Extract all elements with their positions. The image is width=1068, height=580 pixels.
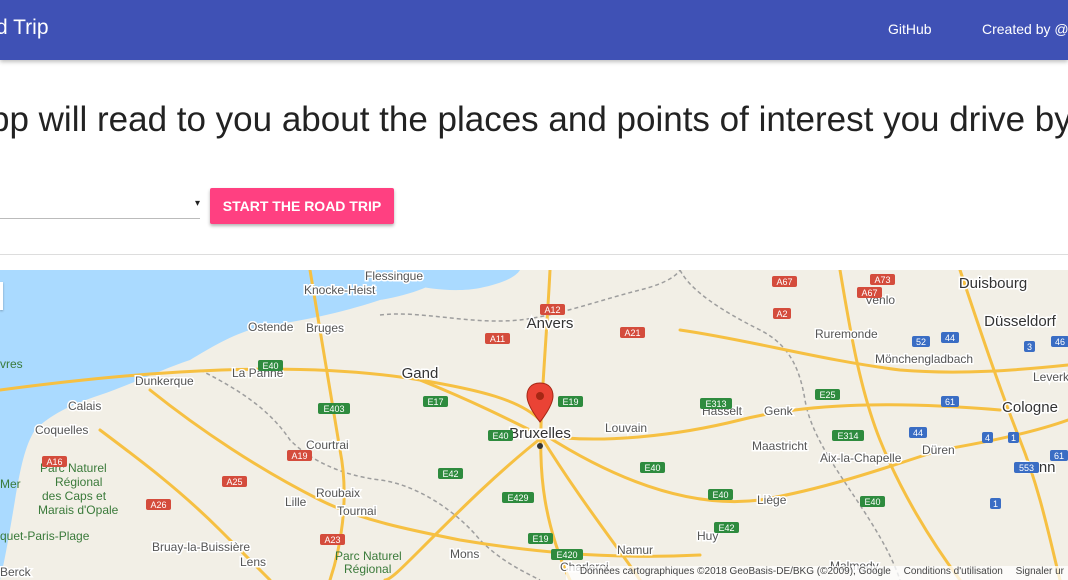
city-label: Düren bbox=[922, 443, 955, 457]
road-shield-label: A73 bbox=[874, 275, 890, 285]
road-shield-label: 4 bbox=[985, 433, 990, 443]
road-shield-label: A67 bbox=[776, 277, 792, 287]
city-label: Cologne bbox=[1002, 399, 1058, 416]
map[interactable]: Anvers Gand Bruxelles Duisbourg Düsseldorf Co… bbox=[0, 270, 1068, 580]
road-shield-label: E314 bbox=[837, 431, 858, 441]
city-label: Aix-la-Chapelle bbox=[820, 451, 902, 465]
city-label: Coquelles bbox=[35, 423, 88, 437]
road-shield-label: 44 bbox=[913, 428, 923, 438]
city-label: Tournai bbox=[337, 504, 376, 518]
city-label: Duisbourg bbox=[959, 275, 1027, 292]
road-shield-label: E40 bbox=[712, 490, 728, 500]
city-label: Courtrai bbox=[306, 438, 349, 452]
road-shield-label: 52 bbox=[916, 337, 926, 347]
road-shield-label: 61 bbox=[945, 397, 955, 407]
created-by-link[interactable]: Created by @ bbox=[982, 21, 1068, 37]
map-attribution: Données cartographiques ©2018 GeoBasis-D… bbox=[565, 566, 1068, 580]
region-label: Régional bbox=[55, 475, 102, 489]
terms-link[interactable]: Conditions d'utilisation bbox=[904, 566, 1003, 577]
road-shield-label: A19 bbox=[291, 451, 307, 461]
city-label: Flessingue bbox=[365, 270, 423, 283]
city-label: Ostende bbox=[248, 320, 294, 334]
region-label: Marais d'Opale bbox=[38, 503, 119, 517]
map-canvas[interactable]: Anvers Gand Bruxelles Duisbourg Düsseldorf Co… bbox=[0, 270, 1068, 580]
road-shield-label: A16 bbox=[46, 457, 62, 467]
road-shield-label: 1 bbox=[993, 499, 998, 509]
city-label: Maastricht bbox=[752, 439, 808, 453]
road-shield-label: A67 bbox=[861, 288, 877, 298]
road-shield-label: 553 bbox=[1019, 463, 1034, 473]
road-shield-label: E420 bbox=[556, 550, 577, 560]
road-shield-label: E40 bbox=[644, 463, 660, 473]
road-shield-label: E40 bbox=[262, 361, 278, 371]
city-label: Knocke-Heist bbox=[304, 283, 376, 297]
region-label: Mer bbox=[0, 477, 21, 491]
region-label: vres bbox=[0, 357, 23, 371]
road-shield-label: 46 bbox=[1055, 337, 1065, 347]
city-label: Mons bbox=[450, 547, 479, 561]
road-shield-label: 3 bbox=[1027, 342, 1032, 352]
region-label: Parc Naturel bbox=[335, 549, 402, 563]
road-shield-label: A2 bbox=[776, 309, 787, 319]
city-label: Bruxelles bbox=[509, 425, 571, 442]
report-link[interactable]: Signaler ur bbox=[1016, 566, 1064, 577]
app-bar: d Trip GitHub Created by @ bbox=[0, 0, 1068, 60]
github-link[interactable]: GitHub bbox=[888, 21, 932, 37]
city-label: Lens bbox=[240, 555, 266, 569]
map-control[interactable] bbox=[0, 282, 3, 310]
road-shield-label: 61 bbox=[1054, 451, 1064, 461]
road-shield-label: E25 bbox=[819, 390, 835, 400]
road-shield-label: A21 bbox=[624, 328, 640, 338]
city-label: Calais bbox=[68, 399, 101, 413]
road-shield-label: E40 bbox=[864, 497, 880, 507]
start-road-trip-button[interactable]: START THE ROAD TRIP bbox=[210, 188, 394, 224]
city-label: Namur bbox=[617, 543, 653, 557]
city-label: Bruay-la-Buissière bbox=[152, 540, 250, 554]
road-shield-label: E429 bbox=[507, 493, 528, 503]
region-label: quet-Paris-Plage bbox=[0, 529, 90, 543]
city-label: Leverkuse bbox=[1033, 370, 1068, 384]
road-shield-label: E19 bbox=[562, 397, 578, 407]
city-label: Genk bbox=[764, 404, 794, 418]
road-shield-label: E403 bbox=[323, 404, 344, 414]
route-select[interactable]: ▾ bbox=[0, 192, 200, 219]
city-label: Liège bbox=[757, 493, 787, 507]
city-label: Lille bbox=[285, 495, 307, 509]
road-shield-label: A11 bbox=[490, 334, 505, 344]
road-shield-label: A12 bbox=[544, 305, 560, 315]
dropdown-arrow-icon: ▾ bbox=[194, 198, 200, 209]
city-label: Bruges bbox=[306, 321, 344, 335]
city-label: Düsseldorf bbox=[984, 313, 1057, 330]
city-label: Roubaix bbox=[316, 486, 360, 500]
city-label: Berck bbox=[0, 565, 32, 579]
app-title: d Trip bbox=[0, 16, 49, 39]
divider bbox=[0, 254, 1068, 255]
road-shield-label: 44 bbox=[945, 333, 955, 343]
road-shield-label: A26 bbox=[150, 500, 166, 510]
road-shield-label: E42 bbox=[718, 523, 734, 533]
region-label: des Caps et bbox=[42, 489, 107, 503]
road-shield-label: 1 bbox=[1011, 433, 1016, 443]
tagline-text: pp will read to you about the places and… bbox=[0, 100, 1068, 139]
city-label: Dunkerque bbox=[135, 374, 194, 388]
road-shield-label: E19 bbox=[532, 534, 548, 544]
city-label: Mönchengladbach bbox=[875, 352, 973, 366]
city-label: Gand bbox=[402, 365, 439, 382]
road-shield-label: A25 bbox=[226, 477, 242, 487]
city-label: Ruremonde bbox=[815, 327, 878, 341]
attribution-text: Données cartographiques ©2018 GeoBasis-D… bbox=[579, 566, 891, 577]
region-label: Régional bbox=[344, 562, 391, 576]
road-shield-label: E42 bbox=[442, 469, 458, 479]
road-shield-label: E40 bbox=[492, 431, 508, 441]
city-label: Louvain bbox=[605, 421, 647, 435]
road-shield-label: A23 bbox=[324, 535, 340, 545]
road-shield-label: E17 bbox=[427, 397, 443, 407]
city-label: Anvers bbox=[527, 315, 574, 332]
road-shield-label: E313 bbox=[705, 399, 726, 409]
